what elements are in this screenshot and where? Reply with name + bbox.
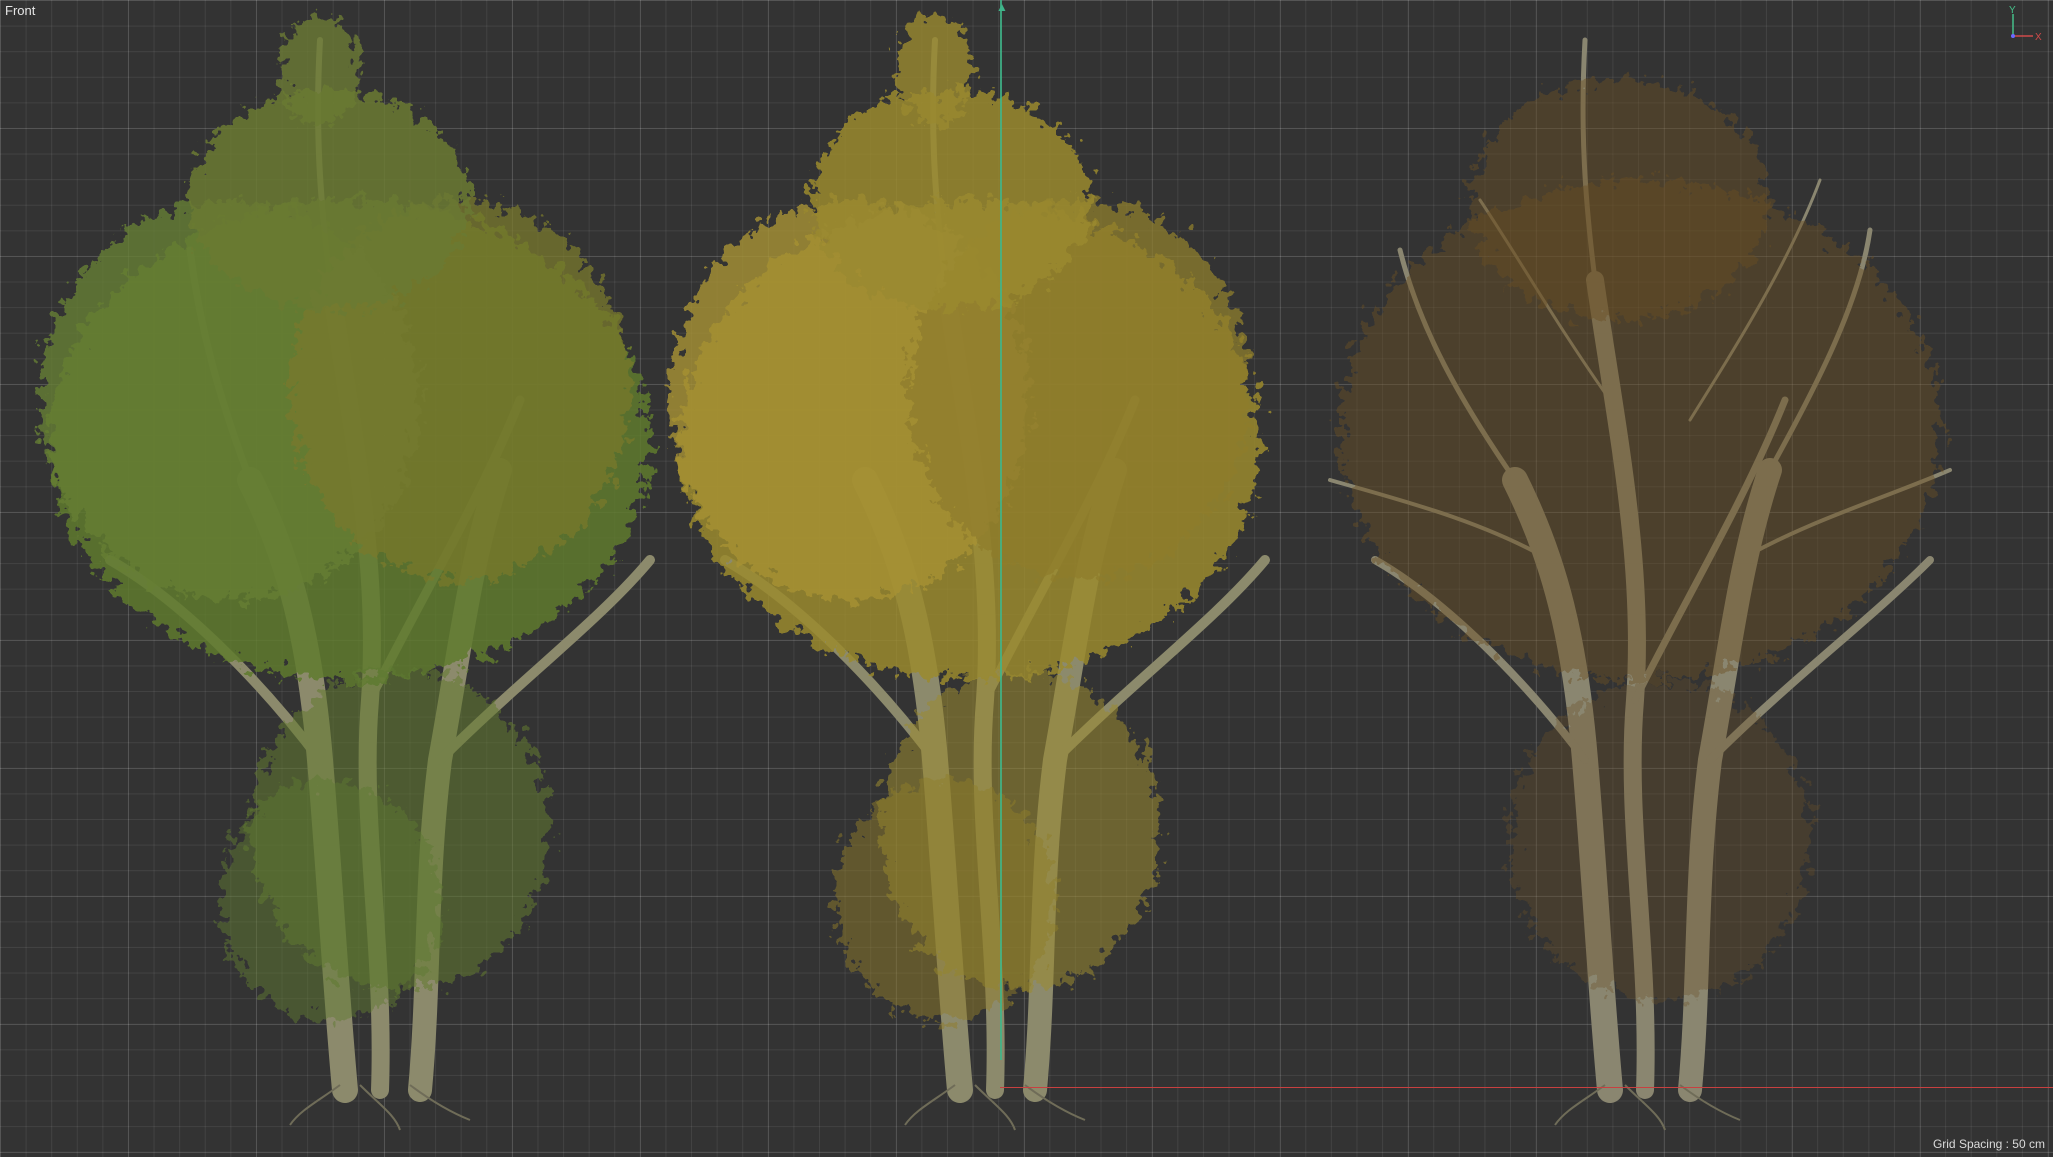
gizmo-y-label: Y xyxy=(2009,5,2016,16)
gizmo-x-label: X xyxy=(2035,32,2042,43)
axis-gizmo: Y X xyxy=(2009,5,2042,43)
tree-yellow[interactable] xyxy=(670,15,1270,1131)
scene-canvas[interactable] xyxy=(0,0,2053,1157)
tree-bare-foliage xyxy=(1340,80,1940,1000)
grid-spacing-readout: Grid Spacing : 50 cm xyxy=(1932,1137,2045,1151)
tree-bare[interactable] xyxy=(1328,37,1952,1131)
y-axis-line xyxy=(1000,0,1002,1060)
viewport-front[interactable]: ▲ Front Y X Grid Spacing : 50 cm xyxy=(0,0,2053,1157)
viewport-label[interactable]: Front xyxy=(5,3,35,18)
x-axis-line xyxy=(1000,1087,2053,1088)
y-axis-arrow-icon: ▲ xyxy=(996,0,1008,14)
tree-green-canopy xyxy=(40,15,650,1020)
gizmo-origin xyxy=(2011,34,2015,38)
tree-green[interactable] xyxy=(40,15,655,1131)
tree-yellow-canopy xyxy=(670,15,1260,1020)
